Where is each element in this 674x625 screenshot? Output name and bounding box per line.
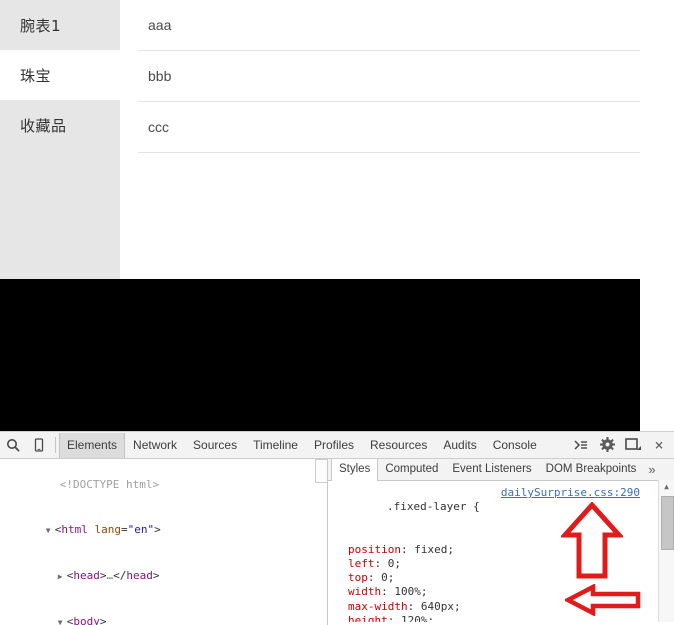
tab-profiles[interactable]: Profiles [306, 433, 362, 458]
list-item[interactable]: aaa [138, 0, 640, 51]
sidebar-item-label: 珠宝 [20, 66, 52, 85]
sidebar-item-watches[interactable]: 腕表1 [0, 0, 120, 50]
web-page-viewport: 腕表1 珠宝 收藏品 aaa bbb ccc [0, 0, 674, 431]
styles-panel: Styles Computed Event Listeners DOM Brea… [328, 459, 674, 622]
close-icon[interactable]: × [646, 432, 672, 457]
list-item-label: ccc [148, 119, 169, 135]
css-declaration[interactable]: width: 100%; [334, 585, 674, 599]
tab-dom-breakpoints[interactable]: DOM Breakpoints [539, 459, 644, 480]
styles-panel-scrollbar[interactable]: ▲ [658, 480, 674, 622]
search-icon[interactable] [0, 433, 26, 458]
scroll-up-arrow-icon[interactable]: ▲ [659, 480, 674, 493]
css-declaration[interactable]: position: fixed; [334, 543, 674, 557]
dom-tree-panel[interactable]: <!DOCTYPE html> ▼ <html lang="en"> ▶ <head… [0, 459, 328, 625]
styles-tabbar: Styles Computed Event Listeners DOM Brea… [328, 459, 674, 481]
device-toggle-icon[interactable] [26, 433, 52, 458]
attr-name: lang [94, 523, 122, 536]
tag-name: body [73, 615, 100, 625]
css-declaration[interactable]: left: 0; [334, 557, 674, 571]
css-declaration[interactable]: top: 0; [334, 571, 674, 585]
attr-value: "en" [127, 523, 155, 536]
styles-rule-list: .fixed-layer { dailySurprise.css:290 pos… [328, 481, 674, 622]
tab-computed[interactable]: Computed [378, 459, 445, 480]
tab-audits[interactable]: Audits [435, 433, 484, 458]
css-property: width [348, 585, 382, 599]
sidebar-item-label: 腕表1 [20, 16, 62, 35]
css-rule-header: .fixed-layer { dailySurprise.css:290 [334, 486, 674, 543]
tab-event-listeners[interactable]: Event Listeners [445, 459, 538, 480]
dom-line-html-open[interactable]: ▼ <html lang="en"> [0, 507, 327, 553]
css-property: position [348, 542, 401, 556]
doctype-text: <!DOCTYPE html> [59, 478, 160, 491]
tab-resources[interactable]: Resources [362, 433, 435, 458]
tab-elements[interactable]: Elements [59, 432, 126, 458]
list-item[interactable]: bbb [138, 51, 640, 102]
dom-line-head[interactable]: ▶ <head>…</head> [0, 553, 327, 599]
tab-timeline[interactable]: Timeline [245, 433, 306, 458]
devtools-panel: Elements Network Sources Timeline Profil… [0, 431, 674, 625]
expand-triangle-icon[interactable]: ▼ [46, 523, 55, 538]
dom-line-body-open[interactable]: ▼ <body> [0, 599, 327, 625]
gear-icon[interactable] [594, 432, 620, 457]
css-selector: .fixed-layer { [386, 500, 480, 514]
sidebar-filler [0, 150, 120, 279]
css-value: 0; [381, 571, 395, 585]
tag-name: head [73, 569, 100, 582]
styles-scroll-thumb[interactable] [661, 496, 674, 550]
tab-console[interactable]: Console [485, 433, 545, 458]
css-value: fixed; [414, 542, 454, 556]
dom-panel-scrollbar[interactable] [315, 459, 327, 622]
sidebar-item-label: 收藏品 [20, 116, 67, 135]
toolbar-divider [55, 437, 56, 453]
sidebar-item-collectibles[interactable]: 收藏品 [0, 100, 120, 150]
expand-triangle-icon[interactable]: ▼ [58, 615, 67, 625]
list-item[interactable]: ccc [138, 102, 640, 153]
dock-side-icon[interactable] [620, 432, 646, 457]
list-item-label: aaa [148, 17, 172, 33]
devtools-toolbar: Elements Network Sources Timeline Profil… [0, 432, 674, 459]
dom-line-doctype: <!DOCTYPE html> [0, 462, 327, 507]
tab-network[interactable]: Network [125, 433, 185, 458]
console-drawer-icon[interactable] [568, 432, 594, 457]
css-value: 100%; [394, 585, 428, 599]
more-tabs-icon[interactable]: » [643, 459, 660, 480]
stylesheet-source-link[interactable]: dailySurprise.css:290 [501, 486, 640, 500]
fixed-layer-overlay [0, 279, 640, 431]
devtools-toolbar-right: × [568, 432, 672, 457]
dom-scroll-thumb[interactable] [315, 459, 327, 483]
css-declaration[interactable]: max-width: 640px; [334, 600, 674, 614]
category-sidebar: 腕表1 珠宝 收藏品 [0, 0, 120, 279]
css-property: left [348, 557, 375, 571]
tag-name: html [61, 523, 88, 536]
css-value: 0; [387, 557, 401, 571]
css-property: top [348, 571, 368, 585]
css-property: max-width [348, 599, 408, 613]
sidebar-item-jewelry[interactable]: 珠宝 [0, 50, 120, 100]
content-list: aaa bbb ccc [138, 0, 640, 153]
tag-name-close: head [126, 569, 153, 582]
css-value: 640px; [420, 599, 461, 613]
tab-sources[interactable]: Sources [185, 433, 245, 458]
list-item-label: bbb [148, 68, 172, 84]
collapse-triangle-icon[interactable]: ▶ [58, 569, 67, 584]
tab-styles[interactable]: Styles [331, 459, 379, 481]
